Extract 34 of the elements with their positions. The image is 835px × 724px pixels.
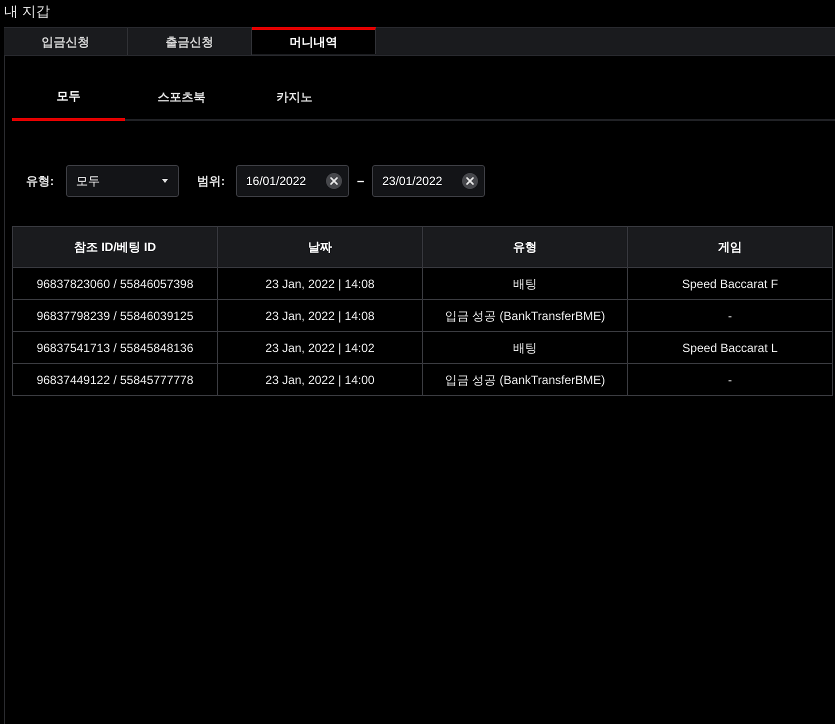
clear-icon[interactable] [326,173,342,189]
table-cell: 23 Jan, 2022 | 14:02 [218,332,422,364]
page-title: 내 지갑 [4,4,50,19]
table-cell: 96837798239 / 55846039125 [12,300,218,332]
sub-tab[interactable]: 스포츠북 [125,75,238,121]
clear-icon[interactable] [462,173,478,189]
table-cell: 배팅 [422,332,628,364]
table-cell: 입금 성공 (BankTransferBME) [422,300,628,332]
tab[interactable]: 머니내역 [252,27,376,54]
column-header: 유형 [422,226,628,268]
table-cell: 23 Jan, 2022 | 14:00 [218,364,422,396]
sub-tab[interactable]: 모두 [12,75,125,121]
table-cell: 23 Jan, 2022 | 14:08 [218,300,422,332]
table-cell: Speed Baccarat L [628,332,832,364]
column-header: 날짜 [218,226,422,268]
table-cell: Speed Baccarat F [628,268,832,300]
range-separator: – [357,172,364,190]
date-field[interactable]: 16/01/2022 [236,165,349,197]
table-cell: 96837823060 / 55846057398 [12,268,218,300]
caret-icon [162,179,168,183]
table-cell: - [628,364,832,396]
table-cell: 96837449122 / 55845777778 [12,364,218,396]
sub-tab[interactable]: 카지노 [238,75,351,121]
table-cell: 23 Jan, 2022 | 14:08 [218,268,422,300]
date-field[interactable]: 23/01/2022 [372,165,486,197]
table-cell: 배팅 [422,268,628,300]
column-header: 게임 [628,226,832,268]
column-header: 참조 ID/베팅 ID [12,226,218,268]
type-select[interactable]: 모두 [66,165,179,197]
table-cell: 입금 성공 (BankTransferBME) [422,364,628,396]
table-cell: 96837541713 / 55845848136 [12,332,218,364]
range-label: 범위: [197,173,225,190]
table-cell: - [628,300,832,332]
type-label: 유형: [26,173,54,190]
